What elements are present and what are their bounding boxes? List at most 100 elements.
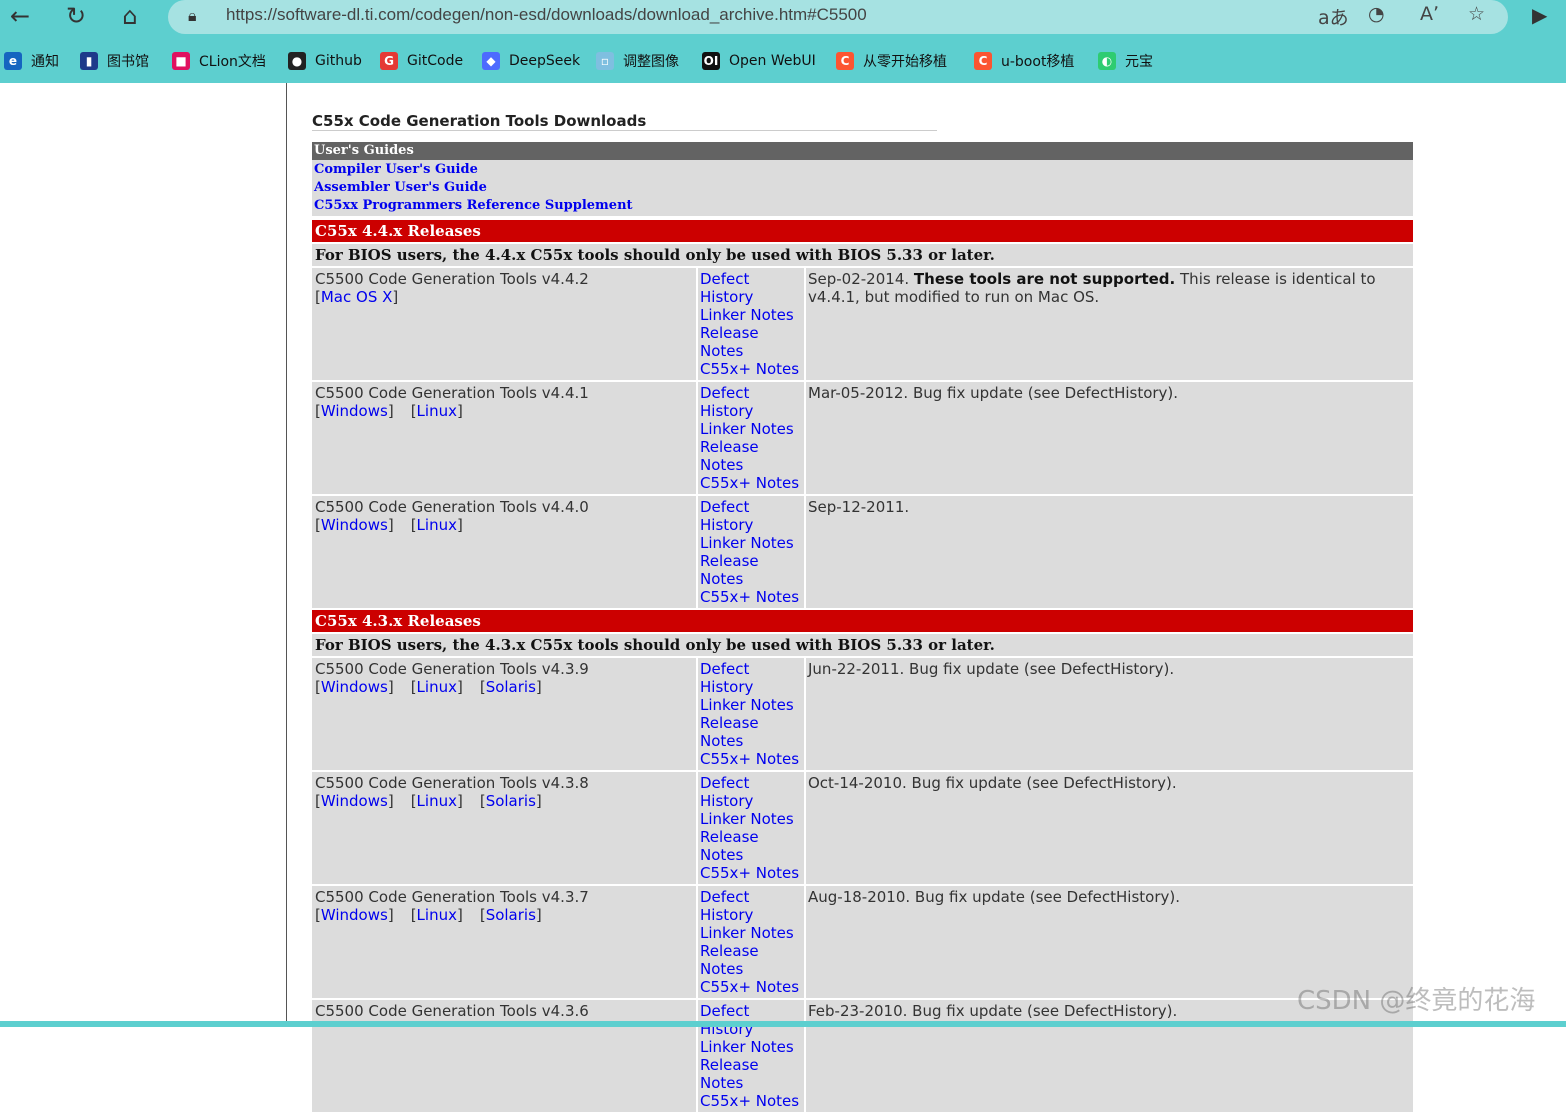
doc-link[interactable]: Linker Notes [700, 696, 804, 714]
bookmark-label: 调整图像 [623, 54, 679, 70]
doc-link[interactable]: Linker Notes [700, 924, 804, 942]
bookmark-item[interactable]: ▮ 图书馆 [80, 48, 149, 74]
read-aloud-icon[interactable]: Aʼ [1420, 3, 1439, 25]
doc-link[interactable]: Release [700, 1056, 804, 1074]
platform-link-windows[interactable]: Windows [321, 402, 388, 420]
doc-link[interactable]: Notes [700, 1074, 804, 1092]
bookmark-item[interactable]: ▫ 调整图像 [596, 48, 679, 74]
platform-item: [Linux] [410, 792, 463, 810]
bookmark-item[interactable]: C 从零开始移植 [836, 48, 947, 74]
media-play-icon[interactable]: ▶ [1532, 3, 1547, 27]
doc-link[interactable]: History [700, 678, 804, 696]
doc-link[interactable]: C55x+ Notes [700, 588, 804, 606]
platform-link-solaris[interactable]: Solaris [486, 792, 536, 810]
platform-link-windows[interactable]: Windows [321, 792, 388, 810]
doc-link[interactable]: History [700, 516, 804, 534]
edge-copilot-icon[interactable]: ◔ [1368, 3, 1385, 25]
lock-icon[interactable]: 🔒︎ [188, 6, 197, 26]
compiler-users-guide-link[interactable]: Compiler User's Guide [314, 161, 1413, 179]
translate-icon[interactable]: aあ [1318, 3, 1349, 30]
doc-link[interactable]: Defect [700, 660, 804, 678]
doc-link[interactable]: Defect [700, 384, 804, 402]
bookmark-label: GitCode [407, 53, 464, 69]
doc-link[interactable]: C55x+ Notes [700, 474, 804, 492]
doc-link[interactable]: Defect [700, 888, 804, 906]
doc-link[interactable]: Release [700, 552, 804, 570]
bookmark-item[interactable]: e 通知 [4, 48, 59, 74]
platform-item: [Mac OS X] [315, 288, 399, 306]
doc-link[interactable]: Release [700, 324, 804, 342]
doc-link[interactable]: Notes [700, 456, 804, 474]
bookmark-label: DeepSeek [509, 53, 581, 69]
doc-link[interactable]: C55x+ Notes [700, 1092, 804, 1110]
platform-link-windows[interactable]: Windows [321, 678, 388, 696]
doc-link[interactable]: Linker Notes [700, 534, 804, 552]
doc-link[interactable]: History [700, 906, 804, 924]
bookmark-item[interactable]: OI Open WebUI [702, 48, 816, 74]
doc-link[interactable]: Notes [700, 846, 804, 864]
platform-links: [Windows] [Linux] [315, 516, 696, 534]
doc-link[interactable]: Release [700, 828, 804, 846]
platform-link-linux[interactable]: Linux [417, 792, 457, 810]
platform-link-solaris[interactable]: Solaris [486, 678, 536, 696]
bookmark-item[interactable]: G GitCode [380, 48, 463, 74]
url-text[interactable]: https://software-dl.ti.com/codegen/non-e… [226, 5, 867, 25]
doc-link[interactable]: Notes [700, 960, 804, 978]
release-row: C5500 Code Generation Tools v4.3.6 Defect… [312, 1000, 1413, 1112]
bookmark-item[interactable]: ● Github [288, 48, 362, 74]
doc-link[interactable]: C55x+ Notes [700, 360, 804, 378]
bookmark-icon: ■ [172, 52, 190, 70]
release-name-cell: C5500 Code Generation Tools v4.3.8 [Windo… [312, 772, 696, 884]
doc-link[interactable]: History [700, 792, 804, 810]
release-row: C5500 Code Generation Tools v4.4.2 [Mac O… [312, 268, 1413, 380]
platform-link-linux[interactable]: Linux [417, 516, 457, 534]
doc-link[interactable]: Release [700, 438, 804, 456]
doc-link[interactable]: C55x+ Notes [700, 978, 804, 996]
section-note: For BIOS users, the 4.4.x C55x tools sho… [312, 244, 1413, 266]
doc-link[interactable]: C55x+ Notes [700, 864, 804, 882]
doc-link[interactable]: Defect [700, 774, 804, 792]
page-title: C55x Code Generation Tools Downloads [312, 112, 647, 130]
platform-link-linux[interactable]: Linux [417, 906, 457, 924]
doc-link[interactable]: Notes [700, 570, 804, 588]
platform-links: [Mac OS X] [315, 288, 696, 306]
doc-link[interactable]: Linker Notes [700, 1038, 804, 1056]
doc-link[interactable]: Linker Notes [700, 420, 804, 438]
platform-item: [Solaris] [479, 906, 542, 924]
doc-link[interactable]: Notes [700, 342, 804, 360]
bookmark-item[interactable]: Cu-boot移植 [974, 48, 1074, 74]
doc-link[interactable]: C55x+ Notes [700, 750, 804, 768]
platform-link-solaris[interactable]: Solaris [486, 906, 536, 924]
bookmark-item[interactable]: ■ CLion文档 [172, 48, 266, 74]
refresh-icon[interactable]: ↻ [62, 2, 90, 30]
release-description: Mar-05-2012. Bug fix update (see DefectH… [806, 382, 1413, 494]
platform-link-linux[interactable]: Linux [417, 678, 457, 696]
bookmark-item[interactable]: ◆ DeepSeek [482, 48, 580, 74]
bookmark-icon: G [380, 52, 398, 70]
doc-link[interactable]: Notes [700, 732, 804, 750]
doc-link[interactable]: History [700, 288, 804, 306]
home-icon[interactable]: ⌂ [116, 2, 144, 30]
programmers-reference-link[interactable]: C55xx Programmers Reference Supplement [314, 197, 1413, 215]
doc-link[interactable]: Defect [700, 498, 804, 516]
title-underline [312, 130, 937, 131]
doc-link[interactable]: Defect [700, 270, 804, 288]
platform-link-windows[interactable]: Windows [321, 906, 388, 924]
bookmark-label: Open WebUI [729, 53, 816, 69]
doc-link[interactable]: History [700, 402, 804, 420]
favorite-star-icon[interactable]: ☆ [1468, 3, 1485, 25]
doc-link[interactable]: Linker Notes [700, 810, 804, 828]
address-bar[interactable]: 🔒︎ https://software-dl.ti.com/codegen/no… [168, 0, 1508, 34]
bookmark-item[interactable]: ◐ 元宝 [1098, 48, 1153, 74]
doc-link[interactable]: Release [700, 714, 804, 732]
doc-link[interactable]: Defect [700, 1002, 804, 1020]
doc-link[interactable]: Linker Notes [700, 306, 804, 324]
assembler-users-guide-link[interactable]: Assembler User's Guide [314, 179, 1413, 197]
bookmark-icon: C [836, 52, 854, 70]
back-arrow-icon[interactable]: ← [6, 2, 34, 30]
platform-link-mac-os-x[interactable]: Mac OS X [321, 288, 393, 306]
release-name: C5500 Code Generation Tools v4.4.1 [315, 384, 589, 402]
platform-link-windows[interactable]: Windows [321, 516, 388, 534]
platform-link-linux[interactable]: Linux [417, 402, 457, 420]
doc-link[interactable]: Release [700, 942, 804, 960]
